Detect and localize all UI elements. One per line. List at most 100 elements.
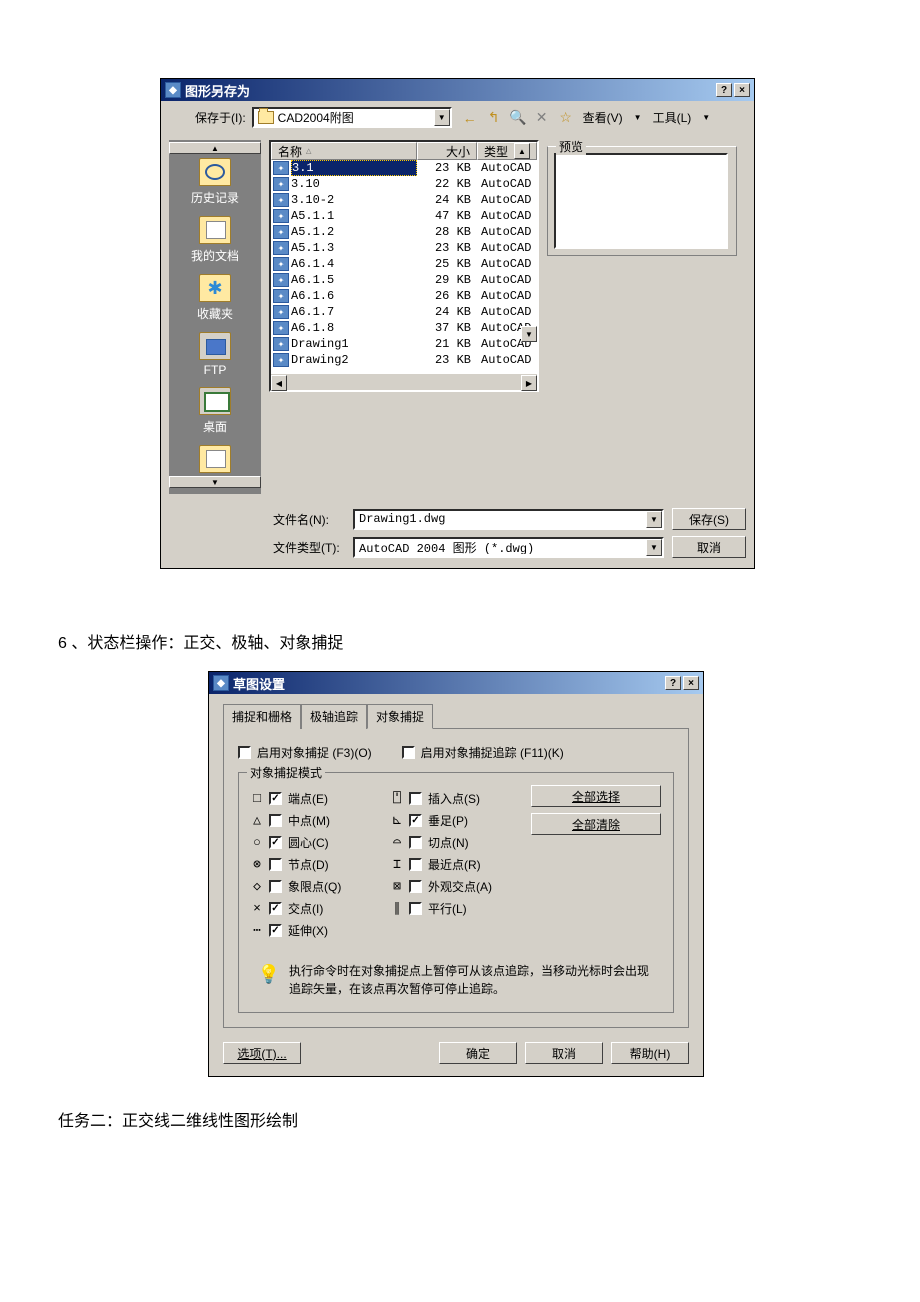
checkbox[interactable] <box>269 858 282 871</box>
sort-asc-icon: △ <box>306 147 311 155</box>
osnap-mode[interactable]: ◇象限点(Q) <box>251 878 391 895</box>
place-desktop[interactable]: 桌面 <box>169 383 261 441</box>
file-row[interactable]: ✦Drawing223 KBAutoCAD <box>271 352 537 368</box>
checkbox[interactable] <box>269 924 282 937</box>
tools-menu[interactable]: 工具(L) <box>650 107 695 128</box>
select-all-button[interactable]: 全部选择 <box>531 785 661 807</box>
horizontal-scrollbar[interactable]: ◀ ▶ <box>271 374 537 390</box>
up-folder-icon[interactable]: ↰ <box>484 108 504 128</box>
osnap-mode[interactable]: △中点(M) <box>251 812 391 829</box>
tab-snap-grid[interactable]: 捕捉和栅格 <box>223 704 301 729</box>
help-button[interactable]: ? <box>716 83 732 97</box>
folder-combo[interactable]: CAD2004附图 ▼ <box>252 107 452 128</box>
checkbox[interactable] <box>238 746 251 759</box>
chevron-down-icon[interactable]: ▼ <box>434 109 450 126</box>
close-button[interactable]: × <box>734 83 750 97</box>
place-more[interactable] <box>169 441 261 476</box>
column-type[interactable]: 类型 ▲ <box>477 142 537 160</box>
scroll-up-button[interactable]: ▲ <box>169 142 261 154</box>
filename-field[interactable] <box>359 512 642 526</box>
filetype-field[interactable] <box>359 540 642 554</box>
place-favorites[interactable]: 收藏夹 <box>169 270 261 328</box>
scroll-up-button[interactable]: ▲ <box>514 143 530 159</box>
scroll-left-button[interactable]: ◀ <box>271 375 287 391</box>
dwg-icon: ✦ <box>273 193 289 207</box>
scroll-down-button[interactable]: ▼ <box>521 326 537 342</box>
file-list[interactable]: 名称 △ 大小 类型 ▲ ✦3.123 KBAutoCAD✦3.1022 KBA… <box>269 140 539 392</box>
file-row[interactable]: ✦A5.1.147 KBAutoCAD <box>271 208 537 224</box>
cancel-button[interactable]: 取消 <box>672 536 746 558</box>
favorites-icon <box>199 274 231 302</box>
filename-label: 文件名(N): <box>273 511 345 528</box>
file-row[interactable]: ✦A5.1.228 KBAutoCAD <box>271 224 537 240</box>
checkbox[interactable] <box>409 880 422 893</box>
checkbox[interactable] <box>409 814 422 827</box>
osnap-mode[interactable]: ⊾垂足(P) <box>391 812 531 829</box>
checkbox[interactable] <box>269 880 282 893</box>
options-button[interactable]: 选项(T)... <box>223 1042 301 1064</box>
file-row[interactable]: ✦A6.1.529 KBAutoCAD <box>271 272 537 288</box>
checkbox[interactable] <box>409 902 422 915</box>
file-row[interactable]: ✦Drawing121 KBAutoCAD <box>271 336 537 352</box>
column-name[interactable]: 名称 △ <box>271 142 417 160</box>
osnap-mode[interactable]: ⌓切点(N) <box>391 834 531 851</box>
file-row[interactable]: ✦3.123 KBAutoCAD <box>271 160 537 176</box>
osnap-mode[interactable]: ⊗节点(D) <box>251 856 391 873</box>
checkbox[interactable] <box>269 792 282 805</box>
osnap-mode[interactable]: ×交点(I) <box>251 900 391 917</box>
checkbox[interactable] <box>269 902 282 915</box>
save-button[interactable]: 保存(S) <box>672 508 746 530</box>
view-menu[interactable]: 查看(V) <box>580 107 626 128</box>
enable-osnap-checkbox[interactable]: 启用对象捕捉 (F3)(O) <box>238 744 372 761</box>
cancel-button[interactable]: 取消 <box>525 1042 603 1064</box>
file-row[interactable]: ✦A5.1.323 KBAutoCAD <box>271 240 537 256</box>
help-button[interactable]: 帮助(H) <box>611 1042 689 1064</box>
clear-all-button[interactable]: 全部清除 <box>531 813 661 835</box>
file-row[interactable]: ✦3.1022 KBAutoCAD <box>271 176 537 192</box>
osnap-mode[interactable]: ⊠外观交点(A) <box>391 878 531 895</box>
file-row[interactable]: ✦A6.1.425 KBAutoCAD <box>271 256 537 272</box>
place-my-documents[interactable]: 我的文档 <box>169 212 261 270</box>
column-size[interactable]: 大小 <box>417 142 477 160</box>
osnap-mode[interactable]: ∥平行(L) <box>391 900 531 917</box>
chevron-down-icon[interactable]: ▼ <box>630 113 646 122</box>
checkbox[interactable] <box>269 814 282 827</box>
place-history[interactable]: 历史记录 <box>169 154 261 212</box>
osnap-mode[interactable]: ⋯延伸(X) <box>251 922 391 939</box>
save-as-titlebar[interactable]: ◆ 图形另存为 ? × <box>161 79 754 101</box>
checkbox[interactable] <box>409 836 422 849</box>
tab-polar[interactable]: 极轴追踪 <box>301 704 367 729</box>
checkbox[interactable] <box>409 858 422 871</box>
file-row[interactable]: ✦A6.1.626 KBAutoCAD <box>271 288 537 304</box>
chevron-down-icon[interactable]: ▼ <box>698 113 714 122</box>
file-row[interactable]: ✦A6.1.724 KBAutoCAD <box>271 304 537 320</box>
enable-osnap-track-checkbox[interactable]: 启用对象捕捉追踪 (F11)(K) <box>402 744 564 761</box>
osnap-mode[interactable]: ⍞插入点(S) <box>391 790 531 807</box>
checkbox[interactable] <box>269 836 282 849</box>
close-button[interactable]: × <box>683 676 699 690</box>
osnap-mode[interactable]: ○圆心(C) <box>251 834 391 851</box>
ok-button[interactable]: 确定 <box>439 1042 517 1064</box>
osnap-mode[interactable]: □端点(E) <box>251 790 391 807</box>
chevron-down-icon[interactable]: ▼ <box>646 511 662 528</box>
scroll-down-button[interactable]: ▼ <box>169 476 261 488</box>
search-icon[interactable]: 🔍 <box>508 108 528 128</box>
place-ftp[interactable]: FTP <box>169 328 261 383</box>
checkbox[interactable] <box>402 746 415 759</box>
checkbox[interactable] <box>409 792 422 805</box>
filename-input[interactable]: ▼ <box>353 509 664 530</box>
osnap-mode[interactable]: ⌶最近点(R) <box>391 856 531 873</box>
dwg-icon: ✦ <box>273 321 289 335</box>
new-folder-icon[interactable]: ☆ <box>556 108 576 128</box>
tab-osnap[interactable]: 对象捕捉 <box>367 704 433 729</box>
file-row[interactable]: ✦A6.1.837 KBAutoCAD <box>271 320 537 336</box>
back-icon[interactable]: ← <box>460 108 480 128</box>
scroll-right-button[interactable]: ▶ <box>521 375 537 391</box>
delete-icon[interactable]: ✕ <box>532 108 552 128</box>
file-row[interactable]: ✦3.10-224 KBAutoCAD <box>271 192 537 208</box>
toolbar: 保存于(I): CAD2004附图 ▼ ← ↰ 🔍 ✕ ☆ 查看(V) ▼ 工具… <box>161 101 754 132</box>
filetype-combo[interactable]: ▼ <box>353 537 664 558</box>
chevron-down-icon[interactable]: ▼ <box>646 539 662 556</box>
help-button[interactable]: ? <box>665 676 681 690</box>
draft-titlebar[interactable]: ◆ 草图设置 ? × <box>209 672 703 694</box>
